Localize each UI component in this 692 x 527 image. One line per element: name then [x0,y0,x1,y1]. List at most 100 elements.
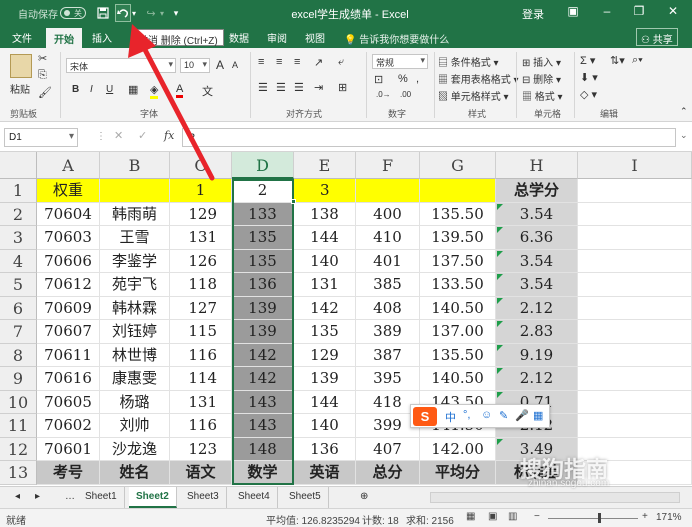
cell-a6[interactable]: 70609 [37,296,100,320]
cell-a8[interactable]: 70611 [37,343,100,367]
cell-g9[interactable]: 140.50 [420,367,496,391]
cell-b4[interactable]: 李鉴学 [100,249,170,273]
cell-f7[interactable]: 389 [356,320,420,344]
sort-filter-icon[interactable]: ⇅▾ [610,54,625,67]
decrease-font-button[interactable]: A [232,60,238,70]
find-select-icon[interactable]: ⌕▾ [632,54,643,67]
close-icon[interactable]: ✕ [660,4,686,22]
row-header-9[interactable]: 9 [0,367,37,391]
ime-lang-toggle[interactable]: 中 [445,409,456,425]
cell-c9[interactable]: 114 [170,367,232,391]
zoom-in-icon[interactable]: + [642,511,648,522]
redo-icon[interactable]: ↪ [144,5,158,21]
minimize-icon[interactable]: – [594,4,620,22]
cell-c1[interactable]: 1 [170,179,232,203]
cell-h8[interactable]: 9.19 [496,343,578,367]
row-header-8[interactable]: 8 [0,343,37,367]
cell-c13[interactable]: 语文 [170,461,232,485]
cell-c3[interactable]: 131 [170,226,232,250]
toolbox-icon[interactable]: ▦ [533,409,543,422]
clear-icon[interactable]: ◇ ▾ [580,88,597,101]
format-cells-button[interactable]: ▦ 格式 ▾ [522,88,563,103]
horizontal-scrollbar[interactable] [430,492,680,503]
sheet-tab-sheet2[interactable]: Sheet2 [129,487,177,508]
cancel-icon[interactable]: ✕ [114,129,123,142]
row-header-3[interactable]: 3 [0,226,37,250]
column-header-f[interactable]: F [356,152,420,179]
cell-a13[interactable]: 考号 [37,461,100,485]
increase-font-button[interactable]: A [216,58,224,72]
fill-handle[interactable] [291,198,296,204]
orientation-icon[interactable]: ↗ [314,56,323,69]
cell-a2[interactable]: 70604 [37,202,100,226]
row-header-10[interactable]: 10 [0,390,37,414]
cell-c7[interactable]: 115 [170,320,232,344]
delete-cells-button[interactable]: ⊟ 删除 ▾ [522,71,561,86]
row-header-5[interactable]: 5 [0,273,37,297]
bold-button[interactable]: B [72,84,79,95]
cell-a10[interactable]: 70605 [37,390,100,414]
cell-e8[interactable]: 129 [294,343,356,367]
percent-icon[interactable]: % [398,73,408,85]
cell-b5[interactable]: 苑宇飞 [100,273,170,297]
select-all-corner[interactable] [0,152,37,179]
fill-icon[interactable]: ⬇ ▾ [580,71,598,84]
column-header-d[interactable]: D [232,152,294,179]
restore-icon[interactable]: ❐ [626,4,652,22]
cell-h5[interactable]: 3.54 [496,273,578,297]
cell-a7[interactable]: 70607 [37,320,100,344]
cell-f9[interactable]: 395 [356,367,420,391]
cell-c5[interactable]: 118 [170,273,232,297]
cell-e1[interactable]: 3 [294,179,356,203]
font-size-select[interactable]: 10 [180,58,210,73]
cell-h7[interactable]: 2.83 [496,320,578,344]
conditional-formatting-button[interactable]: ▤ 条件格式 ▾ [438,54,499,69]
column-header-c[interactable]: C [170,152,232,179]
enter-icon[interactable]: ✓ [138,129,147,142]
redo-dropdown-icon[interactable]: ▾ [158,5,166,21]
error-indicator-icon[interactable] [497,368,503,374]
undo-icon[interactable] [115,4,131,22]
error-indicator-icon[interactable] [497,297,503,304]
expand-formula-bar-icon[interactable]: ⌄ [680,130,688,141]
punctuation-icon[interactable]: °, [463,409,470,421]
cell-d8[interactable]: 142 [232,343,294,367]
cell-e7[interactable]: 135 [294,320,356,344]
cell-g7[interactable]: 137.00 [420,320,496,344]
save-icon[interactable] [96,5,110,21]
cell-i6[interactable] [578,296,692,320]
cell-a3[interactable]: 70603 [37,226,100,250]
cell-a12[interactable]: 70601 [37,437,100,461]
fill-color-icon[interactable]: ◈ [150,83,159,99]
zoom-level[interactable]: 171% [656,512,682,523]
cell-styles-button[interactable]: ▧ 单元格样式 ▾ [438,88,509,103]
formula-input[interactable]: 2 [182,128,676,147]
cell-f8[interactable]: 387 [356,343,420,367]
cell-d13[interactable]: 数学 [232,461,294,485]
voice-icon[interactable]: 🎤 [515,409,529,422]
cell-h3[interactable]: 6.36 [496,226,578,250]
borders-icon[interactable]: ▦ [128,83,138,96]
cell-e5[interactable]: 131 [294,273,356,297]
undo-dropdown-icon[interactable]: ▾ [130,5,138,21]
row-header-6[interactable]: 6 [0,296,37,320]
align-middle-icon[interactable]: ≡ [276,56,282,68]
tab-review[interactable]: 审阅 [267,30,287,45]
cell-b6[interactable]: 韩林霖 [100,296,170,320]
tab-data[interactable]: 数据 [229,30,249,45]
cell-i10[interactable] [578,390,692,414]
error-indicator-icon[interactable] [497,203,503,210]
cell-c2[interactable]: 129 [170,202,232,226]
zoom-slider[interactable] [548,518,638,519]
cell-f3[interactable]: 410 [356,226,420,250]
cell-h2[interactable]: 3.54 [496,202,578,226]
cell-i3[interactable] [578,226,692,250]
cell-d4[interactable]: 135 [232,249,294,273]
number-format-select[interactable]: 常规 [372,54,428,69]
cell-i7[interactable] [578,320,692,344]
cell-f1[interactable] [356,179,420,203]
phonetic-icon[interactable]: 文 [202,83,213,99]
cell-e9[interactable]: 139 [294,367,356,391]
cell-e2[interactable]: 138 [294,202,356,226]
cell-g5[interactable]: 133.50 [420,273,496,297]
